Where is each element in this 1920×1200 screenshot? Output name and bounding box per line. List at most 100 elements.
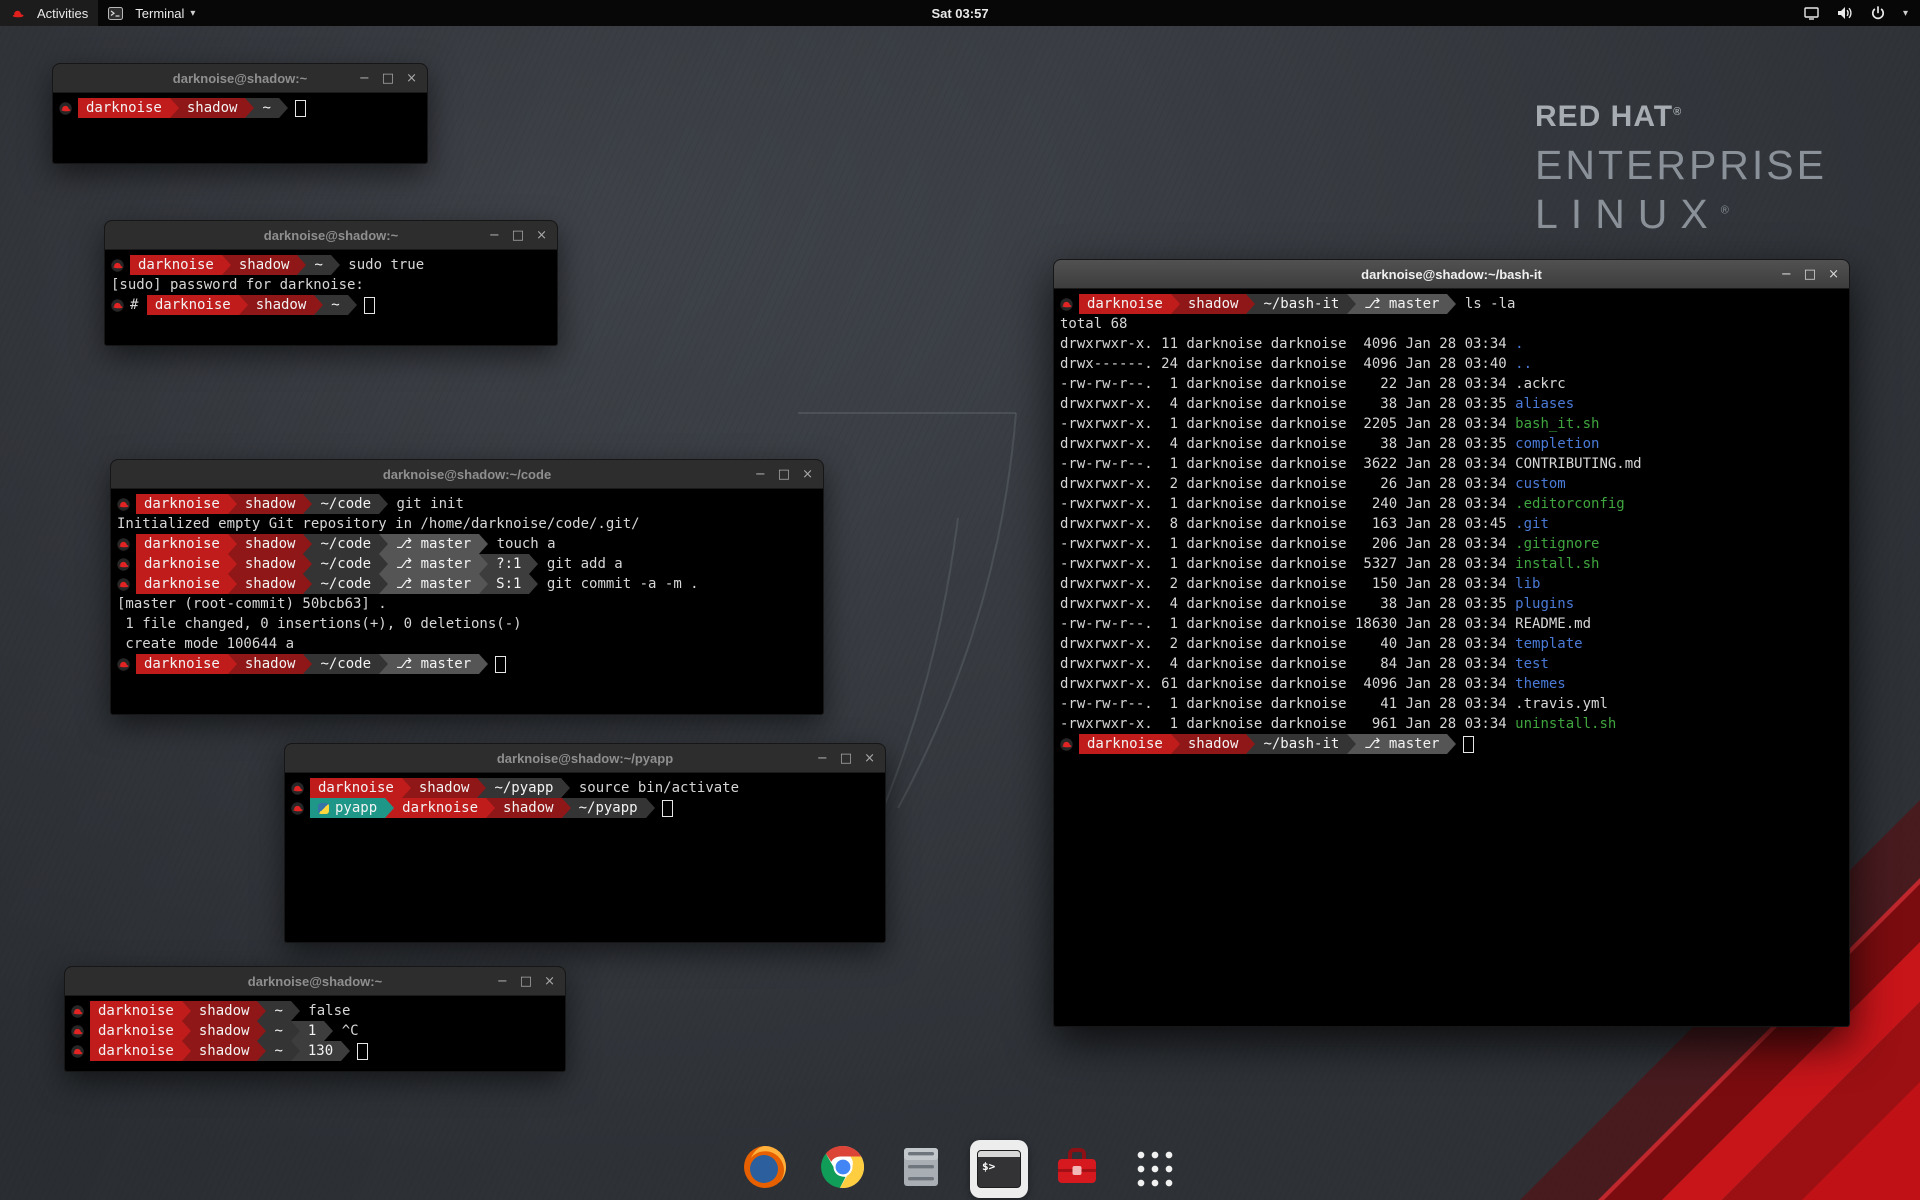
display-icon	[1804, 7, 1819, 20]
terminal-window[interactable]: darknoise@shadow:~−□×darknoiseshadow~ su…	[104, 220, 558, 346]
minimize-button[interactable]: −	[359, 72, 370, 85]
close-button[interactable]: ×	[1828, 268, 1839, 281]
app-menu[interactable]: Terminal ▾	[98, 0, 205, 26]
prompt-segment-user: darknoise	[136, 654, 228, 674]
file-name: test	[1515, 656, 1549, 672]
powerline-arrow	[303, 554, 312, 574]
minimize-button[interactable]: −	[489, 229, 500, 242]
powerline-arrow	[379, 654, 388, 674]
powerline-arrow	[331, 255, 340, 275]
window-titlebar[interactable]: darknoise@shadow:~−□×	[53, 64, 427, 93]
prompt-segment-path: ~/bash-it	[1255, 294, 1347, 314]
powerline-arrow	[341, 1041, 350, 1061]
close-button[interactable]: ×	[864, 752, 875, 765]
dock-item-terminal[interactable]: $>	[970, 1140, 1028, 1198]
minimize-button[interactable]: −	[497, 975, 508, 988]
redhat-prompt-icon	[117, 498, 130, 511]
prompt-segment-user: darknoise	[136, 554, 228, 574]
terminal-line: create mode 100644 a	[117, 634, 817, 654]
maximize-button[interactable]: □	[382, 72, 394, 85]
clock[interactable]: Sat 03:57	[0, 6, 1920, 21]
terminal-line: total 68	[1060, 314, 1843, 334]
close-button[interactable]: ×	[544, 975, 555, 988]
terminal-line: drwxrwxr-x. 4 darknoise darknoise 84 Jan…	[1060, 654, 1843, 674]
powerline-arrow	[379, 534, 388, 554]
maximize-button[interactable]: □	[512, 229, 524, 242]
terminal-window[interactable]: darknoise@shadow:~/bash-it−□×darknoisesh…	[1053, 259, 1850, 1027]
maximize-button[interactable]: □	[840, 752, 852, 765]
window-titlebar[interactable]: darknoise@shadow:~/bash-it−□×	[1054, 260, 1849, 289]
maximize-button[interactable]: □	[1804, 268, 1816, 281]
terminal-text: -rw-rw-r--. 1 darknoise darknoise 41 Jan…	[1060, 696, 1608, 712]
terminal-window[interactable]: darknoise@shadow:~/pyapp−□×darknoiseshad…	[284, 743, 886, 943]
powerline-arrow	[479, 654, 488, 674]
terminal-content[interactable]: darknoiseshadow~ sudo true[sudo] passwor…	[105, 250, 557, 345]
prompt-segment-host: shadow	[1180, 294, 1247, 314]
terminal-line: darknoiseshadow~/bash-it⎇ master	[1060, 734, 1843, 754]
terminal-content[interactable]: darknoiseshadow~ falsedarknoiseshadow~1 …	[65, 996, 565, 1071]
redhat-prompt-icon	[291, 802, 304, 815]
terminal-cursor	[357, 1043, 368, 1060]
dock-item-files[interactable]	[892, 1140, 950, 1198]
minimize-button[interactable]: −	[755, 468, 766, 481]
prompt-segment-path: ~	[254, 98, 278, 118]
prompt-segment-user: darknoise	[136, 534, 228, 554]
terminal-content[interactable]: darknoiseshadow~	[53, 93, 427, 163]
close-button[interactable]: ×	[802, 468, 813, 481]
terminal-text: drwxrwxr-x. 4 darknoise darknoise 38 Jan…	[1060, 396, 1515, 412]
terminal-cursor	[295, 100, 306, 117]
powerline-arrow	[279, 98, 288, 118]
terminal-line: drwxrwxr-x. 2 darknoise darknoise 26 Jan…	[1060, 474, 1843, 494]
app-menu-label: Terminal	[135, 6, 184, 21]
close-button[interactable]: ×	[536, 229, 547, 242]
terminal-content[interactable]: darknoiseshadow~/bash-it⎇ master ls -lat…	[1054, 289, 1849, 1026]
terminal-text: create mode 100644 a	[117, 636, 294, 652]
terminal-line: drwxrwxr-x. 4 darknoise darknoise 38 Jan…	[1060, 394, 1843, 414]
powerline-arrow	[646, 798, 655, 818]
minimize-button[interactable]: −	[1781, 268, 1792, 281]
terminal-line: -rw-rw-r--. 1 darknoise darknoise 41 Jan…	[1060, 694, 1843, 714]
prompt-segment-host: shadow	[237, 654, 304, 674]
powerline-arrow	[257, 1001, 266, 1021]
window-titlebar[interactable]: darknoise@shadow:~/pyapp−□×	[285, 744, 885, 773]
dock-item-chrome[interactable]	[814, 1140, 872, 1198]
terminal-line: -rw-rw-r--. 1 darknoise darknoise 3622 J…	[1060, 454, 1843, 474]
terminal-content[interactable]: darknoiseshadow~/code git initInitialize…	[111, 489, 823, 714]
terminal-window[interactable]: darknoise@shadow:~−□×darknoiseshadow~ fa…	[64, 966, 566, 1072]
powerline-arrow	[228, 554, 237, 574]
maximize-button[interactable]: □	[778, 468, 790, 481]
redhat-prompt-icon	[117, 578, 130, 591]
activities-button[interactable]: Activities	[0, 0, 98, 26]
terminal-line: pyappdarknoiseshadow~/pyapp	[291, 798, 879, 818]
window-titlebar[interactable]: darknoise@shadow:~−□×	[65, 967, 565, 996]
redhat-prompt-icon	[71, 1025, 84, 1038]
prompt-segment-user: darknoise	[310, 778, 402, 798]
terminal-text: -rw-rw-r--. 1 darknoise darknoise 22 Jan…	[1060, 376, 1566, 392]
powerline-arrow	[1171, 294, 1180, 314]
firefox-icon	[742, 1144, 788, 1195]
powerline-arrow	[297, 255, 306, 275]
redhat-prompt-icon	[1060, 298, 1073, 311]
terminal-line: drwxrwxr-x. 11 darknoise darknoise 4096 …	[1060, 334, 1843, 354]
terminal-cursor	[364, 297, 375, 314]
prompt-segment-host: shadow	[191, 1041, 258, 1061]
window-titlebar[interactable]: darknoise@shadow:~−□×	[105, 221, 557, 250]
dock-item-software[interactable]	[1048, 1140, 1106, 1198]
window-titlebar[interactable]: darknoise@shadow:~/code−□×	[111, 460, 823, 489]
system-status-area[interactable]: ▾	[1792, 0, 1920, 26]
terminal-line: -rwxrwxr-x. 1 darknoise darknoise 206 Ja…	[1060, 534, 1843, 554]
redhat-prompt-icon	[1060, 738, 1073, 751]
close-button[interactable]: ×	[406, 72, 417, 85]
powerline-arrow	[479, 534, 488, 554]
powerline-arrow	[479, 574, 488, 594]
dock-item-firefox[interactable]	[736, 1140, 794, 1198]
terminal-window[interactable]: darknoise@shadow:~−□×darknoiseshadow~	[52, 63, 428, 164]
minimize-button[interactable]: −	[817, 752, 828, 765]
terminal-window[interactable]: darknoise@shadow:~/code−□×darknoiseshado…	[110, 459, 824, 715]
dock-item-app-grid[interactable]	[1126, 1140, 1184, 1198]
prompt-segment-host: shadow	[191, 1001, 258, 1021]
prompt-segment-user: darknoise	[90, 1021, 182, 1041]
maximize-button[interactable]: □	[520, 975, 532, 988]
file-name: themes	[1515, 676, 1566, 692]
terminal-content[interactable]: darknoiseshadow~/pyapp source bin/activa…	[285, 773, 885, 942]
